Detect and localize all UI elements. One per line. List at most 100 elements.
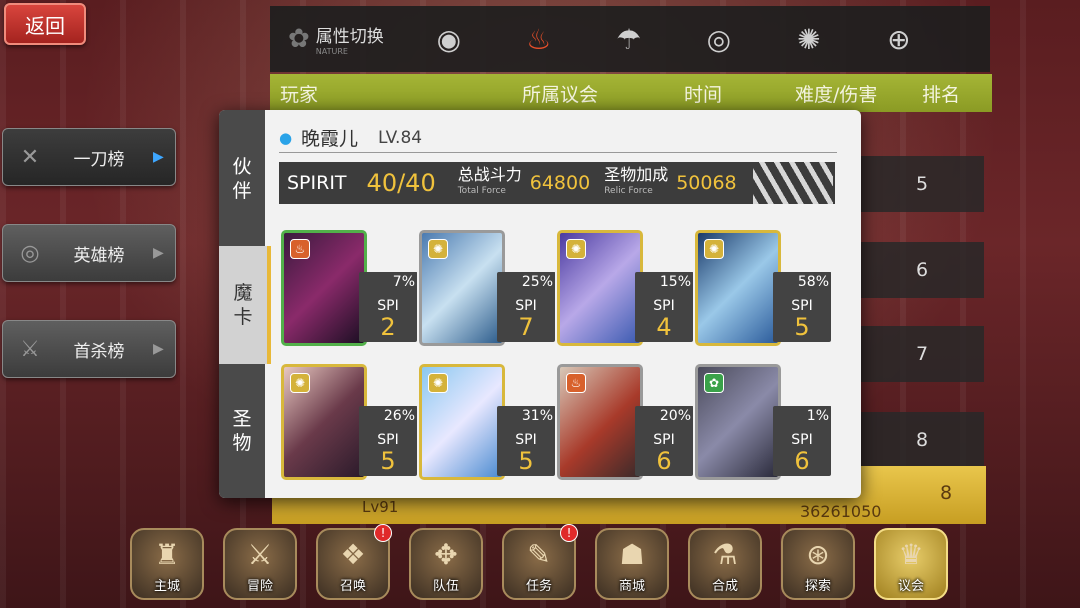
magic-card[interactable]: ✺ 26% SPI 5 <box>281 364 417 482</box>
card-art: ♨ <box>281 230 367 346</box>
castle-icon: ♜ <box>154 538 180 571</box>
nature-element-icon: ✿ <box>704 373 724 393</box>
flask-icon: ⚗ <box>712 538 738 571</box>
menu-adventure[interactable]: ⚔ 冒险 <box>223 528 297 600</box>
tab-first-kill-ranking[interactable]: ⚔ 首杀榜 ▶ <box>2 320 176 378</box>
menu-quest[interactable]: ✎ 任务 ! <box>502 524 578 600</box>
play-arrow-icon: ▶ <box>153 341 164 357</box>
fire-element-icon[interactable]: ♨ <box>494 23 584 56</box>
attribute-switch-title: ✿ 属性切换 NATURE <box>288 22 384 56</box>
scroll-icon: ✎ <box>527 538 551 571</box>
tab-label: 伙 <box>232 156 252 178</box>
tab-label: 伴 <box>232 180 252 202</box>
menu-label: 冒险 <box>246 579 273 594</box>
play-arrow-icon: ▶ <box>153 245 164 261</box>
spi-label: SPI <box>653 298 675 314</box>
card-percent: 31% <box>521 408 553 424</box>
spi-label: SPI <box>377 432 399 448</box>
spi-label: SPI <box>653 432 675 448</box>
bottom-menu: ♜ 主城 ⚔ 冒险 ❖ 召唤 ! ✥ 队伍 ✎ 任务 ! ☗ 商城 ⚗ 合成 ⊛… <box>130 524 950 602</box>
menu-explore[interactable]: ⊛ 探索 <box>781 528 855 600</box>
spi-label: SPI <box>515 298 537 314</box>
card-percent: 7% <box>392 274 415 290</box>
decorative-stripes <box>753 162 833 204</box>
attribute-title-text: 属性切换 <box>315 27 384 47</box>
notification-badge: ! <box>560 524 578 542</box>
spi-value: 6 <box>794 447 810 475</box>
menu-shop[interactable]: ☗ 商城 <box>595 528 669 600</box>
total-force-label: 总战斗力 Total Force <box>458 166 522 200</box>
menu-synthesis[interactable]: ⚗ 合成 <box>688 528 762 600</box>
card-percent: 26% <box>383 408 415 424</box>
menu-label: 探索 <box>804 579 831 594</box>
tab-label: 卡 <box>233 306 253 328</box>
fire-element-icon: ♨ <box>290 239 310 259</box>
magic-card[interactable]: ✺ 25% SPI 7 <box>419 230 555 348</box>
tab-label: 魔 <box>233 282 253 304</box>
divider <box>279 152 837 153</box>
spi-value: 6 <box>656 447 672 475</box>
magic-card[interactable]: ♨ 20% SPI 6 <box>557 364 693 482</box>
back-button[interactable]: 返回 <box>4 3 86 45</box>
medal-icon: ◎ <box>20 240 40 266</box>
menu-team[interactable]: ✥ 队伍 <box>409 528 483 600</box>
magic-card[interactable]: ✺ 31% SPI 5 <box>419 364 555 482</box>
light-element-icon: ✺ <box>290 373 310 393</box>
magic-card[interactable]: ✿ 1% SPI 6 <box>695 364 831 482</box>
player-level: LV.84 <box>378 127 423 148</box>
spi-label: SPI <box>791 298 813 314</box>
menu-label: 队伍 <box>432 579 459 594</box>
menu-label: 议会 <box>897 579 924 594</box>
tab-label: 首杀榜 <box>73 341 125 362</box>
wind-element-icon[interactable]: ◎ <box>674 23 764 56</box>
card-art: ✺ <box>557 230 643 346</box>
card-art: ♨ <box>557 364 643 480</box>
card-art: ✺ <box>419 364 505 480</box>
tab-one-blade-ranking[interactable]: ✕ 一刀榜 ▶ <box>2 128 176 186</box>
shop-tent-icon: ☗ <box>619 538 645 571</box>
col-rank: 排名 <box>922 83 961 106</box>
player-name: 晚霞儿 <box>301 128 359 150</box>
card-percent: 20% <box>659 408 691 424</box>
spi-label: SPI <box>791 432 813 448</box>
table-row-rank[interactable]: 7 <box>860 326 984 382</box>
tab-relic[interactable]: 圣 物 <box>219 372 265 490</box>
relic-force-value: 50068 <box>676 172 737 194</box>
dark-element-icon[interactable]: ⊕ <box>854 23 944 56</box>
tab-label: 圣 <box>232 408 252 430</box>
table-row-rank[interactable]: 6 <box>860 242 984 298</box>
card-art: ✺ <box>419 230 505 346</box>
light-element-icon: ✺ <box>428 373 448 393</box>
attribute-subtitle: NATURE <box>315 47 348 56</box>
magic-card[interactable]: ✺ 15% SPI 4 <box>557 230 693 348</box>
menu-council[interactable]: ♛ 议会 <box>874 528 948 600</box>
light-element-icon[interactable]: ✺ <box>764 23 854 56</box>
total-force-cn: 总战斗力 <box>457 165 522 184</box>
menu-label: 商城 <box>618 579 645 594</box>
earth-element-icon[interactable]: ◉ <box>404 23 494 56</box>
tab-label: 物 <box>232 432 252 454</box>
tab-partner[interactable]: 伙 伴 <box>219 120 265 238</box>
menu-main-city[interactable]: ♜ 主城 <box>130 528 204 600</box>
compass-icon: ⊛ <box>806 538 830 571</box>
tab-hero-ranking[interactable]: ◎ 英雄榜 ▶ <box>2 224 176 282</box>
player-header: ● 晚霞儿 LV.84 <box>279 124 422 151</box>
tab-magic-card[interactable]: 魔 卡 <box>219 246 271 364</box>
light-element-icon: ✺ <box>704 239 724 259</box>
modal-tab-strip: 伙 伴 魔 卡 圣 物 <box>219 110 271 498</box>
spi-value: 7 <box>518 313 534 341</box>
magic-card[interactable]: ✺ 58% SPI 5 <box>695 230 831 348</box>
tab-label: 一刀榜 <box>73 149 125 170</box>
water-element-icon[interactable]: ☂ <box>584 23 674 56</box>
my-score: 36261050 <box>800 502 882 521</box>
card-art: ✺ <box>695 230 781 346</box>
menu-label: 任务 <box>525 579 552 594</box>
crossed-swords-icon: ✕ <box>20 144 40 170</box>
table-row-rank[interactable]: 5 <box>860 156 984 212</box>
menu-summon[interactable]: ❖ 召唤 ! <box>316 524 392 600</box>
spi-value: 5 <box>794 313 810 341</box>
table-row-rank[interactable]: 8 <box>860 412 984 468</box>
magic-card[interactable]: ♨ 7% SPI 2 <box>281 230 417 348</box>
col-council: 所属议会 <box>522 83 599 106</box>
stats-bar: SPIRIT 40/40 总战斗力 Total Force 64800 圣物加成… <box>279 162 835 204</box>
